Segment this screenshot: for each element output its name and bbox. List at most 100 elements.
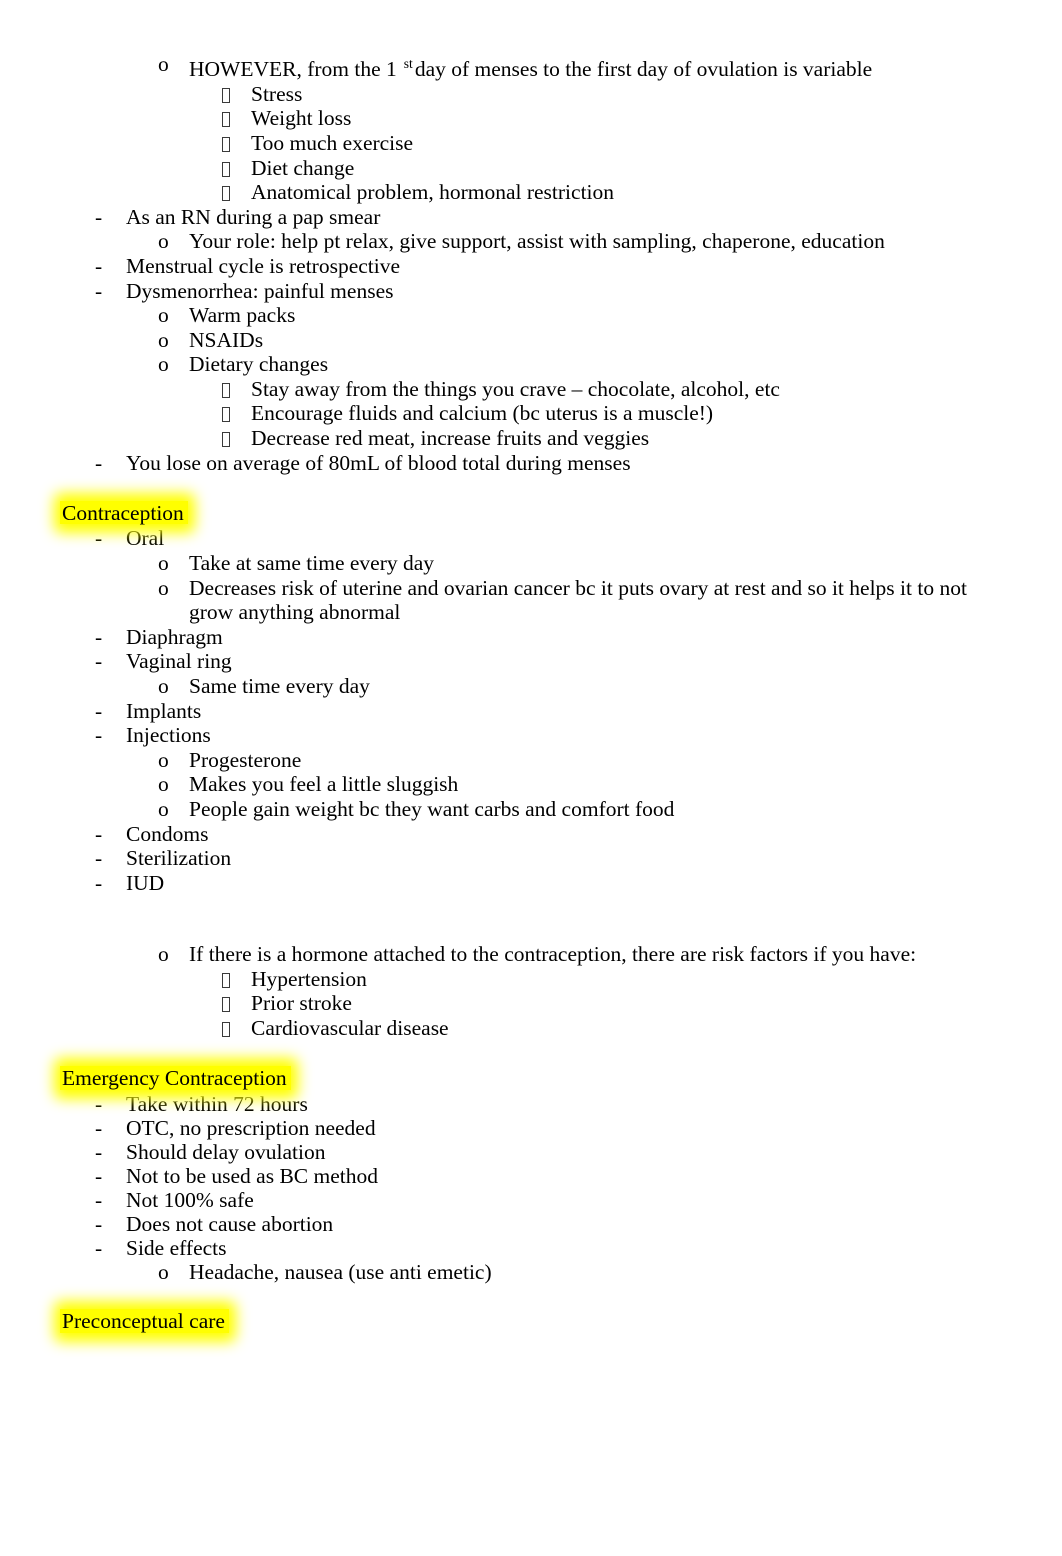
list-item-label: Not to be used as BC method xyxy=(126,1163,379,1188)
bullet-level1: - xyxy=(95,649,103,674)
bullet-level2: o xyxy=(158,327,169,352)
heading-label: Emergency Contraception xyxy=(62,1065,287,1090)
list-item: - Sterilization xyxy=(0,846,1062,871)
list-item: o If there is a hormone attached to the … xyxy=(0,942,1062,967)
list-item: - OTC, no prescription needed xyxy=(0,1116,1062,1140)
list-item: Encourage fluids and calcium (bc uterus … xyxy=(0,401,1062,426)
bullet-level3 xyxy=(220,426,251,451)
list-item-label: Headache, nausea (use anti emetic) xyxy=(189,1259,492,1284)
list-item: o People gain weight bc they want carbs … xyxy=(0,797,1062,822)
list-item: - IUD xyxy=(0,871,1062,896)
list-item: o Decreases risk of uterine and ovarian … xyxy=(0,576,1013,625)
list-item: o Take at same time every day xyxy=(0,551,1062,576)
bullet-level1: - xyxy=(95,1163,103,1188)
bullet-level2: o xyxy=(158,796,169,821)
list-item: o NSAIDs xyxy=(0,328,1062,353)
list-item: - Implants xyxy=(0,699,1062,724)
list-item-label: Take at same time every day xyxy=(189,551,435,576)
superscript-st: st xyxy=(403,56,413,71)
bullet-level1: - xyxy=(95,253,103,278)
missing-glyph-box-icon xyxy=(222,161,230,177)
list-item: o Makes you feel a little sluggish xyxy=(0,772,1062,797)
list-item: Weight loss xyxy=(0,106,1062,131)
document-body: o HOWEVER, from the 1 stday of menses to … xyxy=(0,52,1062,1335)
missing-glyph-box-icon xyxy=(222,382,230,398)
list-item-label: As an RN during a pap smear xyxy=(126,204,381,229)
list-item-label: Encourage fluids and calcium (bc uterus … xyxy=(251,401,714,426)
document-page: o HOWEVER, from the 1 stday of menses to … xyxy=(0,0,1062,1556)
bullet-level3 xyxy=(220,82,251,107)
list-item: - Dysmenorrhea: painful menses xyxy=(0,279,1062,304)
heading-label: Preconceptual care xyxy=(62,1309,225,1334)
list-item: - Vaginal ring xyxy=(0,649,1062,674)
list-item-label: People gain weight bc they want carbs an… xyxy=(189,796,675,821)
list-item-label: Makes you feel a little sluggish xyxy=(189,772,459,797)
list-item-label: You lose on average of 80mL of blood tot… xyxy=(126,450,631,475)
bullet-level2: o xyxy=(158,1259,169,1284)
list-item: - Condoms xyxy=(0,822,1062,847)
bullet-level2: o xyxy=(158,352,169,377)
bullet-level1: - xyxy=(95,870,103,895)
list-item-label: Cardiovascular disease xyxy=(251,1015,449,1040)
bullet-level1: - xyxy=(95,1235,103,1260)
missing-glyph-box-icon xyxy=(222,432,230,448)
list-item: Decrease red meat, increase fruits and v… xyxy=(0,426,1062,451)
list-item: - Should delay ovulation xyxy=(0,1140,1062,1164)
list-item: - Menstrual cycle is retrospective xyxy=(0,254,1062,279)
list-item: - As an RN during a pap smear xyxy=(0,205,1062,230)
list-item: Stress xyxy=(0,82,1062,107)
missing-glyph-box-icon xyxy=(222,87,230,103)
bullet-level2: o xyxy=(158,674,169,698)
list-item-label: Should delay ovulation xyxy=(126,1139,326,1164)
list-item: o Your role: help pt relax, give support… xyxy=(0,229,1062,254)
bullet-level1: - xyxy=(95,1139,103,1164)
bullet-level1: - xyxy=(95,1115,103,1140)
bullet-level2: o xyxy=(158,229,169,254)
missing-glyph-box-icon xyxy=(222,972,230,988)
list-item-label: If there is a hormone attached to the co… xyxy=(189,941,917,966)
missing-glyph-box-icon xyxy=(222,112,230,128)
bullet-level3 xyxy=(220,156,251,181)
bullet-level2: o xyxy=(158,303,169,328)
bullet-level2: o xyxy=(158,52,169,76)
list-item: Anatomical problem, hormonal restriction xyxy=(0,180,1062,205)
list-item-label-rest: day of menses to the first day of ovulat… xyxy=(414,57,873,82)
list-item: Too much exercise xyxy=(0,131,1062,156)
list-item: - Side effects xyxy=(0,1236,1062,1260)
bullet-level3 xyxy=(220,1016,251,1041)
bullet-level3 xyxy=(220,991,251,1016)
missing-glyph-box-icon xyxy=(222,997,230,1013)
list-item: Prior stroke xyxy=(0,991,1062,1016)
list-item: o Progesterone xyxy=(0,748,1062,773)
list-item-label: Does not cause abortion xyxy=(126,1211,334,1236)
bullet-level2: o xyxy=(158,747,169,772)
bullet-level2: o xyxy=(158,772,169,797)
bullet-level2: o xyxy=(158,575,169,600)
list-item: o Same time every day xyxy=(0,674,1062,699)
bullet-level1: - xyxy=(95,450,103,475)
heading-label: Contraception xyxy=(62,500,184,525)
bullet-level1: - xyxy=(95,821,103,846)
list-item: - Diaphragm xyxy=(0,625,1062,650)
section-heading-emergency-contraception: Emergency Contraception xyxy=(0,1065,1062,1092)
list-item-label: Decreases risk of uterine and ovarian ca… xyxy=(189,575,967,625)
list-item-label: Anatomical problem, hormonal restriction xyxy=(251,180,615,205)
list-item-label: OTC, no prescription needed xyxy=(126,1115,376,1140)
section-heading-preconceptual-care: Preconceptual care xyxy=(0,1308,1062,1335)
list-item: - Does not cause abortion xyxy=(0,1212,1062,1236)
list-item-label: Decrease red meat, increase fruits and v… xyxy=(251,426,650,451)
emergency-contraception-list: - Take within 72 hours - OTC, no prescri… xyxy=(0,1092,1062,1284)
list-item: - Injections xyxy=(0,723,1062,748)
bullet-level3 xyxy=(220,106,251,131)
bullet-level2: o xyxy=(158,941,169,966)
bullet-level2: o xyxy=(158,551,169,576)
bullet-level3 xyxy=(220,131,251,156)
bullet-level3 xyxy=(220,377,251,402)
list-item: - Not 100% safe xyxy=(0,1188,1062,1212)
missing-glyph-box-icon xyxy=(222,186,230,202)
list-item: o Warm packs xyxy=(0,303,1062,328)
list-item-label: HOWEVER, from the 1 xyxy=(189,57,397,82)
list-item: o HOWEVER, from the 1 stday of menses to … xyxy=(0,52,1038,82)
